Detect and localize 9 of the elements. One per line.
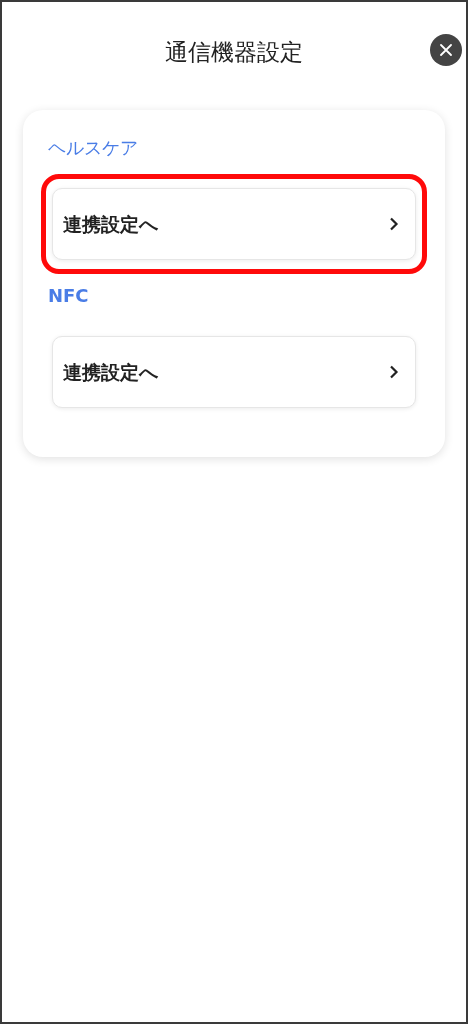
- close-icon: [440, 44, 452, 56]
- chevron-right-icon: [389, 217, 399, 231]
- section-label: NFC: [48, 284, 90, 308]
- link-settings-row[interactable]: 連携設定へ: [52, 188, 416, 260]
- page-title: 通信機器設定: [165, 38, 303, 67]
- section-label: ヘルスケア: [48, 136, 139, 160]
- chevron-right-icon: [389, 365, 399, 379]
- link-settings-row[interactable]: 連携設定へ: [52, 336, 416, 408]
- close-button[interactable]: [430, 34, 462, 66]
